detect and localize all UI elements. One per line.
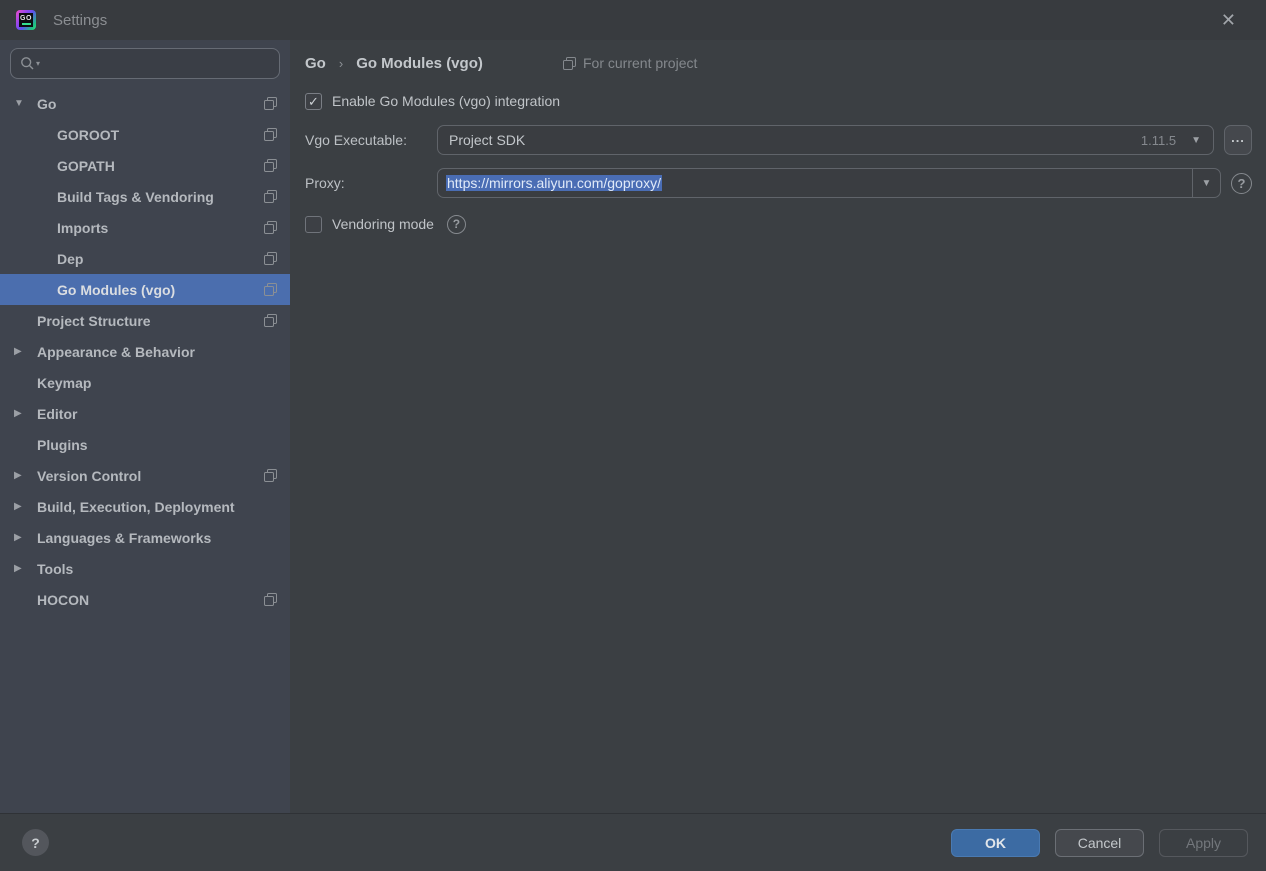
sidebar-item-build-execution-deployment[interactable]: ▶ Build, Execution, Deployment bbox=[0, 491, 290, 522]
search-history-caret-icon[interactable]: ▾ bbox=[36, 59, 40, 68]
sidebar-item-label: Project Structure bbox=[37, 312, 151, 329]
per-project-settings-icon bbox=[264, 159, 277, 172]
sidebar-item-label: Build, Execution, Deployment bbox=[37, 498, 235, 515]
dialog-footer: ? OK Cancel Apply bbox=[0, 813, 1266, 871]
breadcrumb-separator-icon: › bbox=[338, 56, 344, 71]
proxy-dropdown-button[interactable]: ▼ bbox=[1192, 169, 1220, 197]
enable-vgo-row: ✓ Enable Go Modules (vgo) integration bbox=[305, 90, 1252, 112]
expand-arrow-icon[interactable]: ▶ bbox=[14, 470, 37, 481]
sidebar-item-label: Tools bbox=[37, 560, 74, 577]
vgo-sdk-version: 1.11.5 bbox=[1140, 132, 1177, 148]
proxy-help-icon[interactable]: ? bbox=[1231, 172, 1252, 194]
close-icon[interactable]: ✕ bbox=[1221, 11, 1236, 29]
expand-arrow-icon[interactable]: ▶ bbox=[14, 408, 37, 419]
enable-vgo-label: Enable Go Modules (vgo) integration bbox=[332, 93, 561, 109]
sidebar-item-editor[interactable]: ▶ Editor bbox=[0, 398, 290, 429]
scope-indicator: For current project bbox=[563, 55, 697, 71]
sidebar-item-label: Editor bbox=[37, 405, 78, 422]
scope-label: For current project bbox=[583, 55, 698, 71]
expand-arrow-icon[interactable]: ▶ bbox=[14, 346, 37, 357]
sidebar-item-tools[interactable]: ▶ Tools bbox=[0, 553, 290, 584]
goland-logo-icon: GO bbox=[16, 10, 36, 30]
per-project-settings-icon bbox=[264, 283, 277, 296]
sidebar-item-version-control[interactable]: ▶ Version Control bbox=[0, 460, 290, 491]
sidebar-item-go[interactable]: ▼ Go bbox=[0, 88, 290, 119]
sidebar-item-languages-frameworks[interactable]: ▶ Languages & Frameworks bbox=[0, 522, 290, 553]
proxy-row: Proxy: https://mirrors.aliyun.com/goprox… bbox=[305, 168, 1252, 198]
settings-dialog: GO Settings ✕ ▾ ▼ Go GOROOT GOPATH Build Tag… bbox=[0, 0, 1266, 871]
expand-arrow-icon[interactable]: ▶ bbox=[14, 532, 37, 543]
per-project-settings-icon bbox=[264, 128, 277, 141]
sidebar-item-gopath[interactable]: GOPATH bbox=[0, 150, 290, 181]
sidebar-item-label: Plugins bbox=[37, 436, 88, 453]
breadcrumb-current: Go Modules (vgo) bbox=[356, 55, 483, 72]
sidebar-item-project-structure[interactable]: Project Structure bbox=[0, 305, 290, 336]
sidebar-item-build-tags-vendoring[interactable]: Build Tags & Vendoring bbox=[0, 181, 290, 212]
sidebar-item-label: Version Control bbox=[37, 467, 142, 484]
per-project-settings-icon bbox=[264, 97, 277, 110]
vendoring-mode-checkbox[interactable] bbox=[305, 215, 322, 233]
sidebar-item-imports[interactable]: Imports bbox=[0, 212, 290, 243]
breadcrumb-parent[interactable]: Go bbox=[305, 55, 326, 72]
proxy-combobox[interactable]: https://mirrors.aliyun.com/goproxy/ ▼ bbox=[437, 168, 1221, 198]
apply-button[interactable]: Apply bbox=[1159, 828, 1248, 857]
collapse-arrow-icon[interactable]: ▼ bbox=[14, 98, 37, 109]
per-project-settings-icon bbox=[264, 190, 277, 203]
sidebar-item-go-modules-vgo[interactable]: Go Modules (vgo) bbox=[0, 274, 290, 305]
settings-tree: ▼ Go GOROOT GOPATH Build Tags & Vendoring Imp… bbox=[0, 88, 290, 813]
help-button[interactable]: ? bbox=[22, 829, 49, 856]
sidebar-item-label: Go Modules (vgo) bbox=[57, 281, 176, 298]
per-project-settings-icon bbox=[264, 221, 277, 234]
sidebar-item-label: Go bbox=[37, 95, 57, 112]
vgo-executable-row: Vgo Executable: Project SDK 1.11.5 ▼ ... bbox=[305, 125, 1252, 155]
sidebar-item-label: Imports bbox=[57, 219, 109, 236]
per-project-settings-icon bbox=[264, 314, 277, 327]
sidebar-item-plugins[interactable]: Plugins bbox=[0, 429, 290, 460]
vgo-executable-select[interactable]: Project SDK 1.11.5 ▼ bbox=[437, 125, 1214, 155]
proxy-label: Proxy: bbox=[305, 175, 345, 191]
per-project-settings-icon bbox=[563, 56, 576, 70]
settings-page: Go › Go Modules (vgo) For current projec… bbox=[290, 40, 1266, 813]
sidebar-item-dep[interactable]: Dep bbox=[0, 243, 290, 274]
sidebar-item-label: Languages & Frameworks bbox=[37, 529, 212, 546]
title-bar: GO Settings ✕ bbox=[0, 0, 1266, 40]
sidebar-item-label: GOPATH bbox=[57, 157, 115, 174]
sidebar-item-hocon[interactable]: HOCON bbox=[0, 584, 290, 615]
sidebar-item-label: Build Tags & Vendoring bbox=[57, 188, 214, 205]
expand-arrow-icon[interactable]: ▶ bbox=[14, 563, 37, 574]
enable-vgo-checkbox[interactable]: ✓ bbox=[305, 92, 322, 110]
breadcrumb: Go › Go Modules (vgo) For current projec… bbox=[305, 50, 1252, 77]
sidebar-item-label: Dep bbox=[57, 250, 84, 267]
sidebar-item-keymap[interactable]: Keymap bbox=[0, 367, 290, 398]
per-project-settings-icon bbox=[264, 252, 277, 265]
proxy-input[interactable]: https://mirrors.aliyun.com/goproxy/ bbox=[438, 175, 1192, 191]
per-project-settings-icon bbox=[264, 469, 277, 482]
vgo-executable-value: Project SDK bbox=[449, 132, 526, 148]
vendoring-help-icon[interactable]: ? bbox=[446, 214, 466, 234]
chevron-down-icon: ▼ bbox=[1191, 134, 1201, 146]
expand-arrow-icon[interactable]: ▶ bbox=[14, 501, 37, 512]
chevron-down-icon: ▼ bbox=[1201, 177, 1212, 189]
goland-logo-text: GO bbox=[19, 13, 33, 27]
window-title: Settings bbox=[53, 11, 108, 29]
sidebar-item-label: Keymap bbox=[37, 374, 92, 391]
proxy-selected-text: https://mirrors.aliyun.com/goproxy/ bbox=[446, 175, 662, 191]
vendoring-mode-row: Vendoring mode ? bbox=[305, 213, 1252, 235]
sidebar-item-label: HOCON bbox=[37, 591, 90, 608]
vendoring-mode-label: Vendoring mode bbox=[332, 216, 434, 232]
search-icon bbox=[21, 57, 34, 70]
sidebar-item-goroot[interactable]: GOROOT bbox=[0, 119, 290, 150]
ok-button[interactable]: OK bbox=[951, 828, 1040, 857]
sidebar-item-label: Appearance & Behavior bbox=[37, 343, 195, 360]
sidebar-item-appearance-behavior[interactable]: ▶ Appearance & Behavior bbox=[0, 336, 290, 367]
per-project-settings-icon bbox=[264, 593, 277, 606]
vgo-executable-label: Vgo Executable: bbox=[305, 132, 407, 148]
cancel-button[interactable]: Cancel bbox=[1055, 828, 1144, 857]
sidebar-item-label: GOROOT bbox=[57, 126, 120, 143]
browse-sdk-button[interactable]: ... bbox=[1224, 125, 1252, 155]
settings-sidebar: ▾ ▼ Go GOROOT GOPATH Build Tags & Vendoring I… bbox=[0, 40, 290, 813]
search-input[interactable]: ▾ bbox=[10, 48, 280, 79]
